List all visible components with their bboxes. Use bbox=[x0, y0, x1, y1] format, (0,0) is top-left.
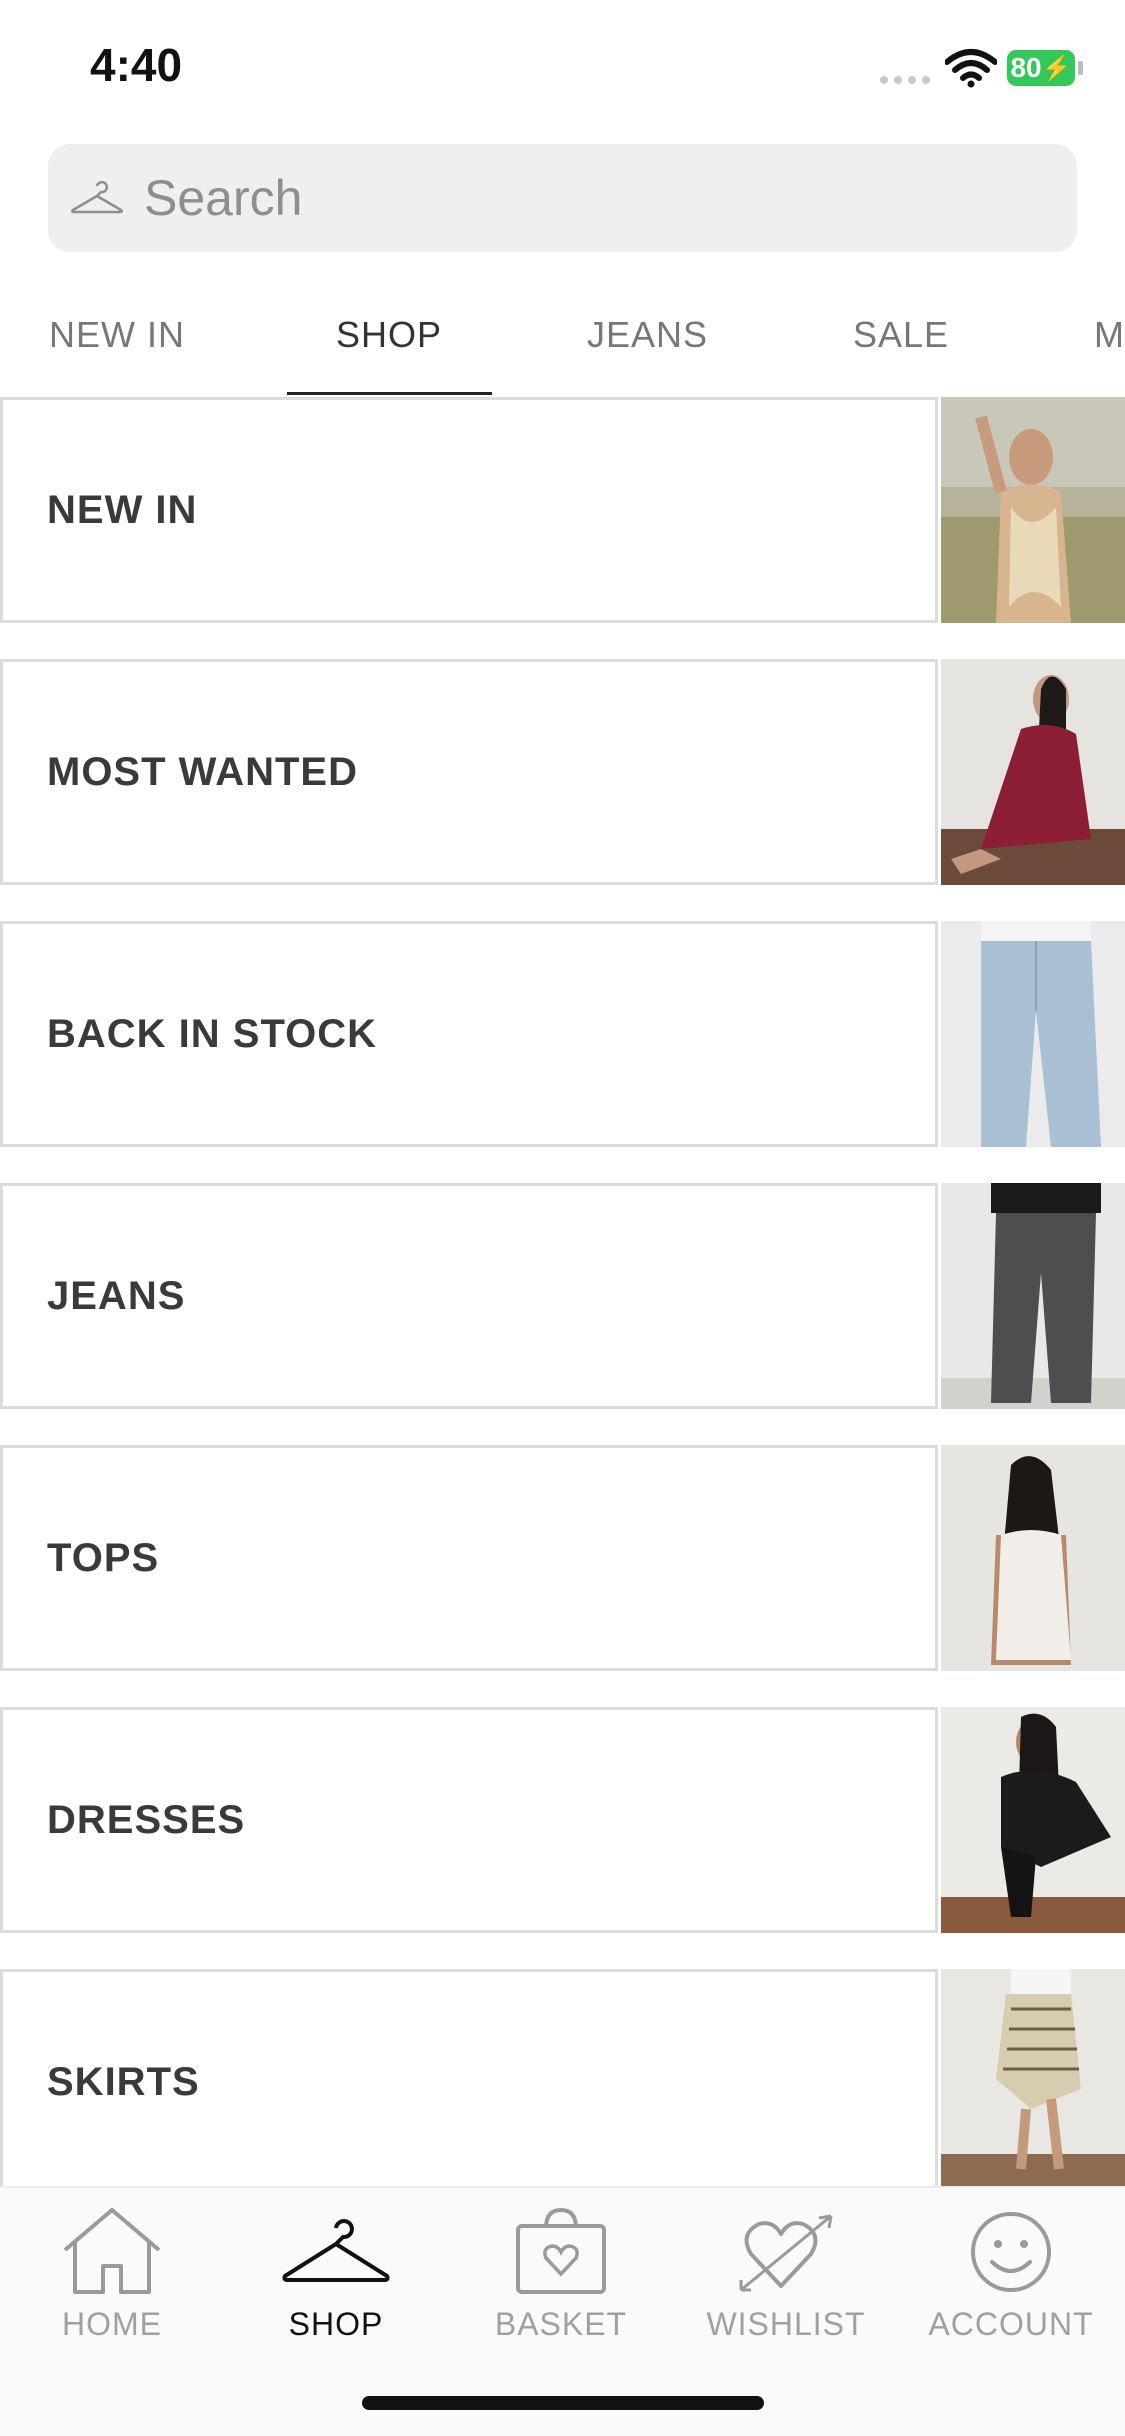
category-row-back-in-stock[interactable]: BACK IN STOCK bbox=[0, 921, 1125, 1147]
nav-home[interactable]: HOME bbox=[12, 2206, 212, 2343]
wifi-icon bbox=[945, 49, 997, 88]
tab-shop[interactable]: SHOP bbox=[336, 314, 442, 356]
battery-level: 80 bbox=[1010, 52, 1042, 83]
category-row-tops[interactable]: TOPS bbox=[0, 1445, 1125, 1671]
nav-label: HOME bbox=[62, 2306, 162, 2342]
nav-label: SHOP bbox=[288, 2306, 384, 2342]
hanger-icon bbox=[70, 180, 124, 214]
category-card[interactable]: SKIRTS bbox=[0, 1969, 938, 2195]
category-label: BACK IN STOCK bbox=[47, 1011, 378, 1056]
nav-wishlist[interactable]: WISHLIST bbox=[686, 2206, 886, 2343]
tab-jeans[interactable]: JEANS bbox=[587, 314, 708, 356]
category-image[interactable] bbox=[941, 397, 1125, 623]
category-image[interactable] bbox=[941, 921, 1125, 1147]
category-image[interactable] bbox=[941, 1445, 1125, 1671]
category-label: TOPS bbox=[47, 1535, 160, 1580]
category-row-jeans[interactable]: JEANS bbox=[0, 1183, 1125, 1409]
battery-icon: 80 ⚡ bbox=[1007, 50, 1075, 86]
battery-cap bbox=[1078, 61, 1083, 75]
category-card[interactable]: JEANS bbox=[0, 1183, 938, 1409]
category-label: DRESSES bbox=[47, 1797, 246, 1842]
tab-more[interactable]: M bbox=[1094, 314, 1125, 356]
category-row-dresses[interactable]: DRESSES bbox=[0, 1707, 1125, 1933]
category-tabs: NEW IN SHOP JEANS SALE M bbox=[0, 296, 1125, 396]
active-tab-indicator bbox=[287, 392, 492, 395]
category-image[interactable] bbox=[941, 659, 1125, 885]
category-label: SKIRTS bbox=[47, 2059, 200, 2104]
basket-heart-icon bbox=[516, 2207, 606, 2294]
category-image[interactable] bbox=[941, 1969, 1125, 2195]
category-row-new-in[interactable]: NEW IN bbox=[0, 397, 1125, 623]
nav-label: WISHLIST bbox=[706, 2306, 866, 2342]
category-card[interactable]: BACK IN STOCK bbox=[0, 921, 938, 1147]
category-card[interactable]: NEW IN bbox=[0, 397, 938, 623]
category-image[interactable] bbox=[941, 1707, 1125, 1933]
category-label: MOST WANTED bbox=[47, 749, 358, 794]
status-bar: 4:40 80 ⚡ bbox=[0, 0, 1125, 132]
nav-shop[interactable]: SHOP bbox=[236, 2206, 436, 2343]
home-indicator[interactable] bbox=[362, 2396, 764, 2410]
home-icon bbox=[63, 2208, 161, 2294]
category-card[interactable]: TOPS bbox=[0, 1445, 938, 1671]
search-bar[interactable] bbox=[48, 144, 1077, 252]
category-row-skirts[interactable]: SKIRTS bbox=[0, 1969, 1125, 2195]
category-card[interactable]: MOST WANTED bbox=[0, 659, 938, 885]
status-time: 4:40 bbox=[90, 39, 183, 91]
nav-account[interactable]: ACCOUNT bbox=[911, 2206, 1111, 2343]
category-label: JEANS bbox=[47, 1273, 186, 1318]
nav-basket[interactable]: BASKET bbox=[461, 2206, 661, 2343]
category-row-most-wanted[interactable]: MOST WANTED bbox=[0, 659, 1125, 885]
category-image[interactable] bbox=[941, 1183, 1125, 1409]
category-card[interactable]: DRESSES bbox=[0, 1707, 938, 1933]
cellular-signal-icon bbox=[880, 76, 930, 84]
tab-new-in[interactable]: NEW IN bbox=[49, 314, 185, 356]
nav-label: ACCOUNT bbox=[928, 2306, 1094, 2342]
tab-sale[interactable]: SALE bbox=[853, 314, 949, 356]
search-input[interactable] bbox=[144, 169, 944, 227]
hanger-icon bbox=[282, 2219, 390, 2282]
nav-label: BASKET bbox=[494, 2306, 628, 2342]
category-label: NEW IN bbox=[47, 487, 198, 532]
smiley-icon bbox=[971, 2212, 1051, 2292]
heart-arrow-icon bbox=[739, 2214, 833, 2292]
